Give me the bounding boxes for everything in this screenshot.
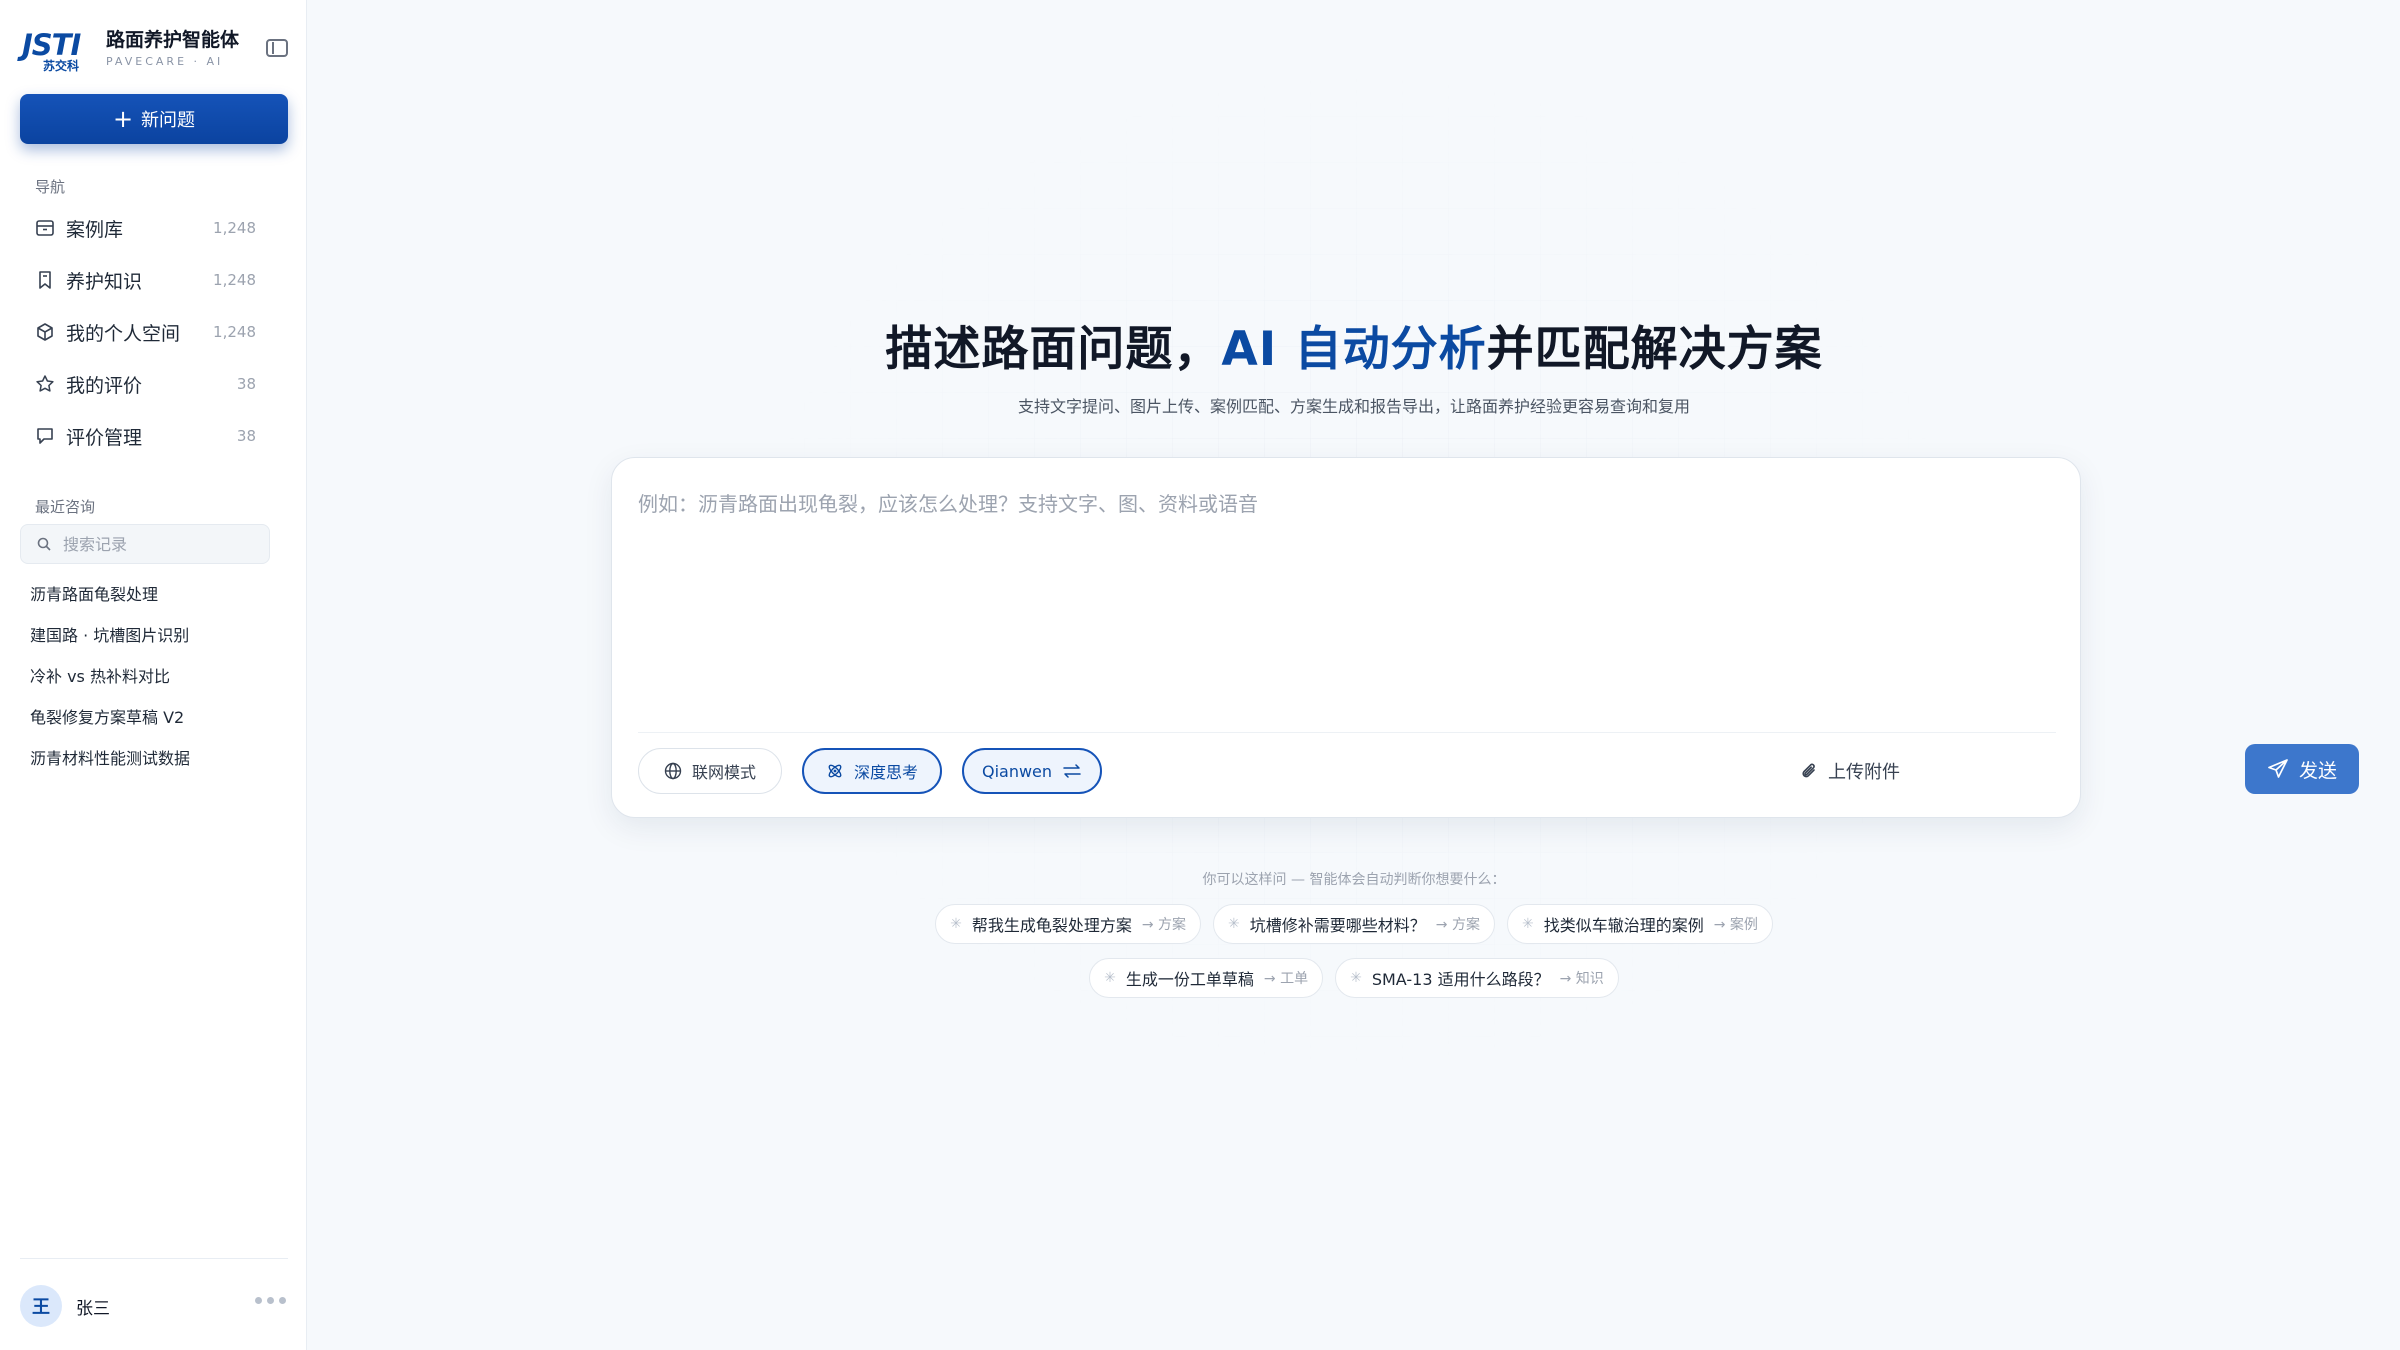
paperclip-icon (1802, 763, 1815, 778)
bookmark-icon (34, 269, 56, 291)
plus-icon: + (112, 105, 134, 133)
history-item[interactable]: 沥青材料性能测试数据 (20, 736, 288, 777)
suggestion-row: ✳ 生成一份工单草稿 → 工单 ✳ SMA-13 适用什么路段？ → 知识 (308, 958, 2400, 998)
nav-item-maintenance-knowledge[interactable]: 养护知识 1,248 (20, 254, 288, 306)
globe-icon (664, 762, 682, 780)
sidebar-toggle-icon[interactable] (266, 39, 288, 57)
suggestion-chip[interactable]: ✳ 找类似车辙治理的案例 → 案例 (1506, 904, 1773, 944)
new-question-label: 新问题 (141, 110, 196, 131)
recent-section-label: 最近咨询 (35, 498, 96, 516)
suggestion-text: 帮我生成龟裂处理方案 (971, 916, 1132, 935)
history-item[interactable]: 龟裂修复方案草稿 V2 (20, 695, 288, 736)
brand[interactable]: JSTI 苏交科 路面养护智能体 PAVECARE · AI (22, 28, 239, 73)
send-button[interactable]: 发送 (2245, 744, 2359, 794)
web-mode-label: 联网模式 (691, 763, 756, 782)
user-name: 张三 (76, 1298, 110, 1319)
nav-item-label: 我的评价 (66, 374, 143, 397)
sparkle-icon: ✳ (1104, 970, 1116, 986)
nav-item-count: 38 (236, 427, 256, 445)
archive-icon (34, 217, 56, 239)
history-search-input[interactable] (63, 534, 253, 554)
page-headline: 描述路面问题，AI 自动分析并匹配解决方案 (308, 310, 2400, 379)
suggestion-row: ✳ 帮我生成龟裂处理方案 → 方案 ✳ 坑槽修补需要哪些材料？ → 方案 ✳ 找… (308, 904, 2400, 944)
headline-prefix: 描述路面问题， (885, 322, 1222, 377)
nav-item-label: 评价管理 (66, 426, 143, 449)
suggestion-chip[interactable]: ✳ 生成一份工单草稿 → 工单 (1089, 958, 1324, 998)
nav-item-label: 养护知识 (66, 270, 143, 293)
new-question-button[interactable]: + 新问题 (20, 94, 288, 144)
history-search[interactable] (20, 524, 270, 564)
avatar: 王 (20, 1285, 62, 1327)
sparkle-icon: ✳ (1228, 916, 1240, 932)
history-item[interactable]: 沥青路面龟裂处理 (20, 572, 288, 613)
nav-item-count: 1,248 (213, 219, 256, 237)
search-icon (37, 537, 51, 551)
nav-item-count: 1,248 (213, 271, 256, 289)
send-label: 发送 (2298, 759, 2337, 782)
upload-label: 上传附件 (1828, 762, 1900, 783)
history-item[interactable]: 冷补 vs 热补料对比 (20, 654, 288, 695)
model-label: Qianwen (981, 761, 1053, 781)
suggestion-tag: → 案例 (1713, 917, 1758, 933)
nav-item-personal-space[interactable]: 我的个人空间 1,248 (20, 306, 288, 358)
user-profile[interactable]: 王 张三 (20, 1283, 288, 1329)
suggestion-chip[interactable]: ✳ 坑槽修补需要哪些材料？ → 方案 (1213, 904, 1495, 944)
app-subtitle: PAVECARE · AI (106, 55, 224, 68)
deep-think-label: 深度思考 (853, 763, 918, 782)
swap-icon (1063, 764, 1081, 778)
page-subtitle: 支持文字提问、图片上传、案例匹配、方案生成和报告导出，让路面养护经验更容易查询和… (1017, 397, 1690, 416)
main-area: 描述路面问题，AI 自动分析并匹配解决方案 支持文字提问、图片上传、案例匹配、方… (308, 0, 2400, 1350)
nav-item-count: 1,248 (213, 323, 256, 341)
history-list: 沥青路面龟裂处理 建国路 · 坑槽图片识别 冷补 vs 热补料对比 龟裂修复方案… (20, 572, 288, 777)
nav-item-count: 38 (236, 375, 256, 393)
nav-item-case-library[interactable]: 案例库 1,248 (20, 202, 288, 254)
nav-list: 案例库 1,248 养护知识 1,248 我的个人空间 1,248 我的评价 3… (20, 202, 288, 462)
suggestion-tag: → 知识 (1559, 971, 1604, 987)
nav-item-label: 我的个人空间 (66, 322, 181, 345)
model-selector[interactable]: Qianwen (962, 748, 1102, 794)
sparkle-icon: ✳ (950, 916, 962, 932)
suggestion-tag: → 工单 (1263, 971, 1309, 987)
suggestion-text: 坑槽修补需要哪些材料？ (1249, 916, 1426, 935)
logo-text: JSTI (22, 28, 81, 62)
deep-think-toggle[interactable]: 深度思考 (802, 748, 942, 794)
cube-icon (34, 321, 56, 343)
suggestion-text: 生成一份工单草稿 (1125, 970, 1254, 989)
divider (20, 1258, 288, 1259)
web-mode-toggle[interactable]: 联网模式 (638, 748, 782, 794)
history-item[interactable]: 建国路 · 坑槽图片识别 (20, 613, 288, 654)
suggestion-chip[interactable]: ✳ 帮我生成龟裂处理方案 → 方案 (935, 904, 1202, 944)
atom-icon (828, 764, 842, 778)
question-input[interactable] (638, 488, 2048, 678)
composer: 联网模式 深度思考 Qianwen 上传附件 发送 (611, 457, 2359, 818)
sparkle-icon: ✳ (1350, 970, 1362, 986)
headline-accent: AI 自动分析 (1221, 322, 1487, 377)
app-title: 路面养护智能体 (106, 29, 240, 51)
suggestion-tag: → 方案 (1435, 917, 1480, 933)
suggestion-text: 找类似车辙治理的案例 (1543, 916, 1704, 935)
comment-icon (34, 425, 56, 447)
divider (638, 732, 2056, 733)
sparkle-icon: ✳ (1521, 916, 1534, 932)
upload-attachment-button[interactable]: 上传附件 (1800, 748, 1900, 794)
nav-item-label: 案例库 (66, 218, 124, 241)
suggestions-hint: 你可以这样问 — 智能体会自动判断你想要什么： (1202, 872, 1506, 888)
suggestion-tag: → 方案 (1141, 917, 1187, 933)
star-icon (34, 373, 56, 395)
more-options-icon[interactable] (255, 1297, 286, 1304)
suggestion-text: SMA-13 适用什么路段？ (1371, 970, 1550, 989)
sidebar: JSTI 苏交科 路面养护智能体 PAVECARE · AI + 新问题 导航 … (0, 0, 307, 1350)
headline-suffix: 并匹配解决方案 (1486, 322, 1823, 377)
brand-text: 路面养护智能体 PAVECARE · AI (106, 28, 256, 70)
suggestion-chip[interactable]: ✳ SMA-13 适用什么路段？ → 知识 (1335, 958, 1619, 998)
send-icon (2268, 759, 2288, 778)
nav-item-review-management[interactable]: 评价管理 38 (20, 410, 288, 462)
logo-subtext: 苏交科 (42, 59, 79, 73)
nav-item-my-reviews[interactable]: 我的评价 38 (20, 358, 288, 410)
nav-section-label: 导航 (35, 178, 66, 196)
jsti-logo: JSTI 苏交科 (22, 28, 102, 73)
